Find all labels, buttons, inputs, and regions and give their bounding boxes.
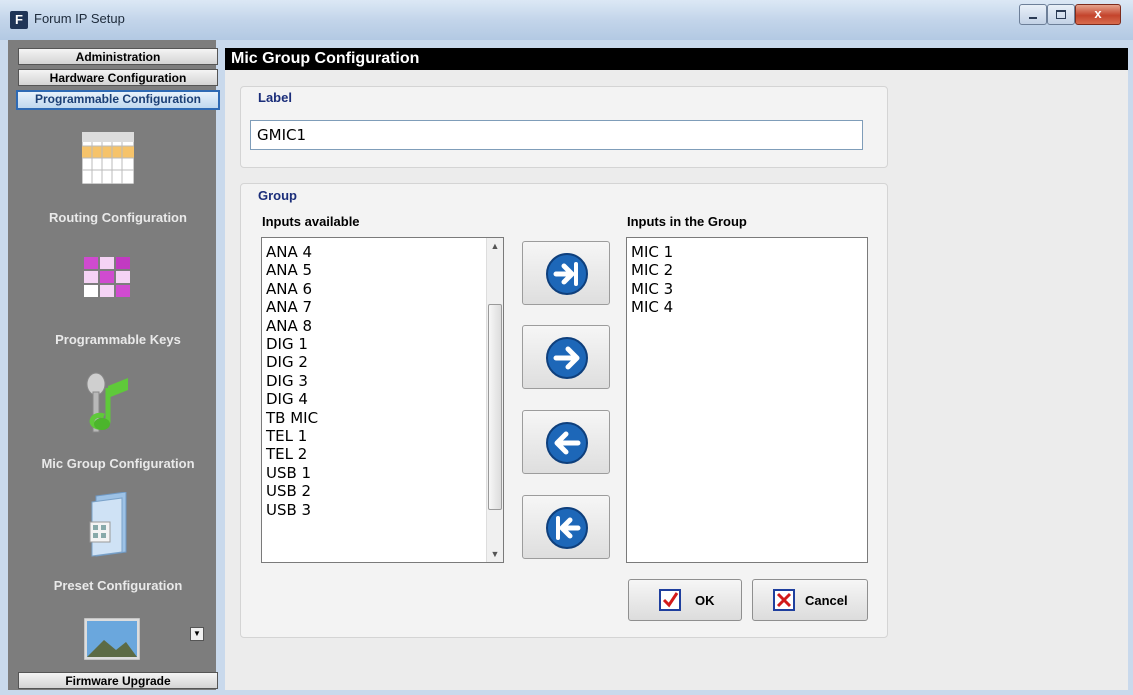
sidebar-item-preset-configuration[interactable]: Preset Configuration xyxy=(18,578,218,593)
minimize-button[interactable] xyxy=(1019,4,1047,25)
sidebar-button-programmable-configuration[interactable]: Programmable Configuration xyxy=(16,90,220,110)
list-item[interactable]: ANA 6 xyxy=(262,280,503,298)
photo-landscape-icon[interactable] xyxy=(84,618,140,660)
sidebar-button-hardware-configuration[interactable]: Hardware Configuration xyxy=(18,69,218,86)
list-item[interactable]: DIG 2 xyxy=(262,353,503,371)
keypad-icon[interactable] xyxy=(82,254,134,306)
list-item[interactable]: TEL 2 xyxy=(262,445,503,463)
close-button[interactable]: x xyxy=(1075,4,1121,25)
inputs-available-list[interactable]: ANA 4 ANA 5 ANA 6 ANA 7 ANA 8 DIG 1 DIG 2 DIG 3… xyxy=(261,237,504,563)
add-selected-button[interactable] xyxy=(522,325,610,389)
inputs-in-group-title: Inputs in the Group xyxy=(627,214,747,229)
arrow-right-icon xyxy=(546,337,588,379)
arrow-left-bar-icon xyxy=(546,507,588,549)
list-item[interactable]: DIG 4 xyxy=(262,390,503,408)
label-input[interactable]: GMIC1 xyxy=(250,120,863,150)
list-item[interactable]: TB MIC xyxy=(262,409,503,427)
label-section-title: Label xyxy=(258,90,292,105)
list-item[interactable]: MIC 4 xyxy=(627,298,867,316)
app-window: F Forum IP Setup x Administration Hardwa… xyxy=(0,0,1133,695)
window-controls: x xyxy=(1019,4,1121,25)
group-section-title: Group xyxy=(258,188,297,203)
sidebar-item-programmable-keys[interactable]: Programmable Keys xyxy=(18,332,218,347)
window-title: Forum IP Setup xyxy=(34,11,125,26)
microphone-music-icon[interactable] xyxy=(82,370,134,436)
title-bar: F Forum IP Setup x xyxy=(0,0,1133,40)
list-item[interactable]: USB 1 xyxy=(262,464,503,482)
remove-all-button[interactable] xyxy=(522,495,610,559)
app-logo-icon: F xyxy=(10,11,28,29)
sidebar-button-firmware-upgrade[interactable]: Firmware Upgrade xyxy=(18,672,218,689)
scroll-up-icon[interactable]: ▲ xyxy=(487,238,503,254)
cancel-button[interactable]: Cancel xyxy=(752,579,868,621)
ok-button[interactable]: OK xyxy=(628,579,742,621)
cancel-x-icon xyxy=(773,589,795,611)
folder-document-icon[interactable] xyxy=(82,492,134,558)
list-item[interactable]: ANA 5 xyxy=(262,261,503,279)
scrollbar[interactable]: ▲ ▼ xyxy=(486,238,503,562)
list-item[interactable]: USB 2 xyxy=(262,482,503,500)
sidebar-button-administration[interactable]: Administration xyxy=(18,48,218,65)
ok-label: OK xyxy=(695,593,715,608)
grid-table-icon[interactable] xyxy=(82,132,134,184)
checkmark-icon xyxy=(659,589,681,611)
list-item[interactable]: USB 3 xyxy=(262,501,503,519)
inputs-available-title: Inputs available xyxy=(262,214,360,229)
add-all-button[interactable] xyxy=(522,241,610,305)
scroll-down-icon[interactable]: ▼ xyxy=(190,627,204,641)
remove-selected-button[interactable] xyxy=(522,410,610,474)
scrollbar-thumb[interactable] xyxy=(488,304,502,510)
arrow-right-bar-icon xyxy=(546,253,588,295)
section-header: Mic Group Configuration xyxy=(225,48,1128,70)
maximize-button[interactable] xyxy=(1047,4,1075,25)
list-item[interactable]: DIG 3 xyxy=(262,372,503,390)
list-item[interactable]: MIC 1 xyxy=(627,243,867,261)
arrow-left-icon xyxy=(546,422,588,464)
sidebar: Administration Hardware Configuration Pr… xyxy=(8,40,220,690)
list-item[interactable]: TEL 1 xyxy=(262,427,503,445)
page-title: Mic Group Configuration xyxy=(231,50,420,67)
list-item[interactable]: MIC 2 xyxy=(627,261,867,279)
scroll-down-icon[interactable]: ▼ xyxy=(487,546,503,562)
list-item[interactable]: ANA 4 xyxy=(262,243,503,261)
list-item[interactable]: MIC 3 xyxy=(627,280,867,298)
list-item[interactable]: ANA 7 xyxy=(262,298,503,316)
inputs-in-group-list[interactable]: MIC 1 MIC 2 MIC 3 MIC 4 xyxy=(626,237,868,563)
sidebar-item-routing-configuration[interactable]: Routing Configuration xyxy=(18,210,218,225)
sidebar-item-mic-group-configuration[interactable]: Mic Group Configuration xyxy=(18,456,218,471)
list-item[interactable]: DIG 1 xyxy=(262,335,503,353)
list-item[interactable]: ANA 8 xyxy=(262,317,503,335)
cancel-label: Cancel xyxy=(805,593,848,608)
